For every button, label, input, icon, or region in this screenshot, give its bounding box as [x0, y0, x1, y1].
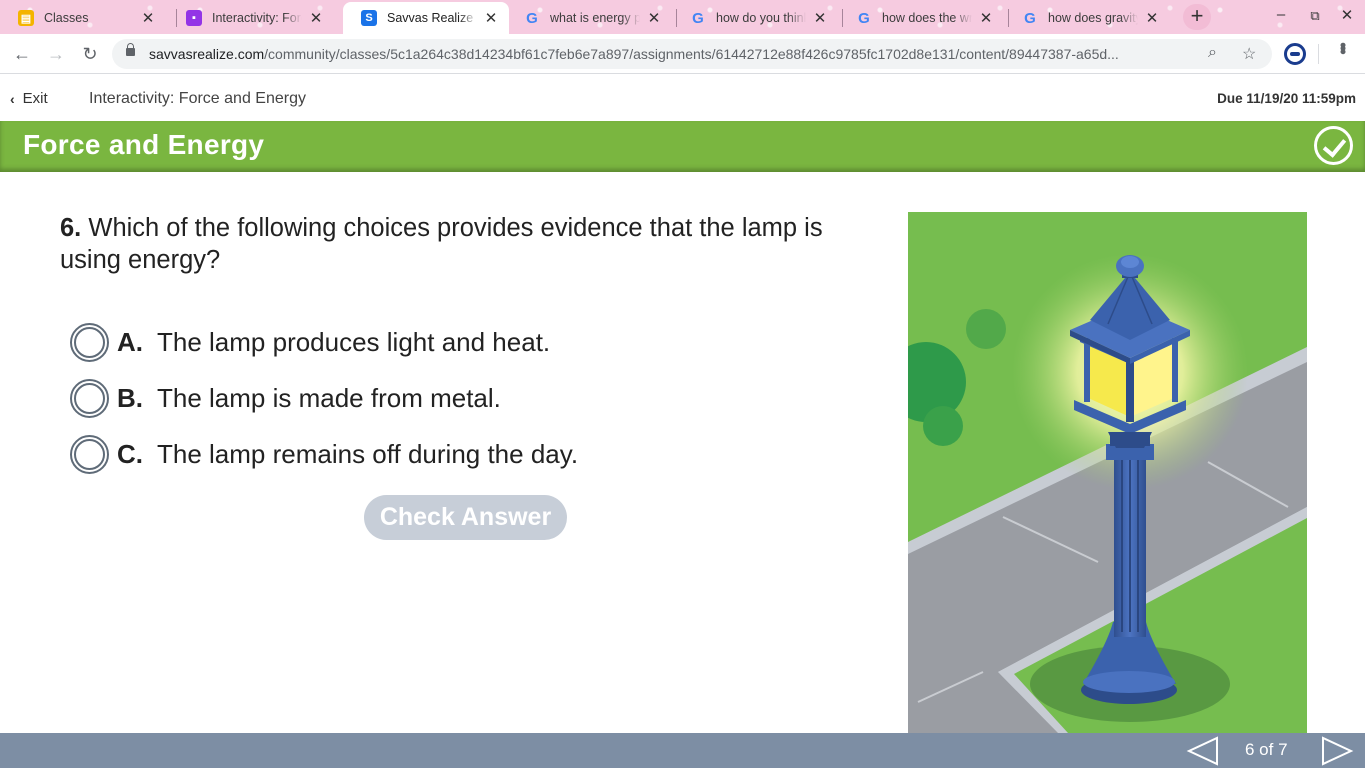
- radio-button[interactable]: [70, 378, 109, 418]
- page-indicator: 6 of 7: [1245, 740, 1288, 759]
- choice-c[interactable]: C. The lamp remains off during the day.: [70, 434, 578, 474]
- choice-a[interactable]: A. The lamp produces light and heat.: [70, 322, 550, 362]
- choice-letter: B.: [117, 382, 143, 413]
- close-icon[interactable]: ✕: [483, 9, 499, 27]
- forward-icon[interactable]: →: [44, 42, 68, 66]
- choice-b[interactable]: B. The lamp is made from metal.: [70, 378, 501, 418]
- question-number: 6.: [60, 214, 82, 242]
- app-header: ‹ Exit Interactivity: Force and Energy D…: [0, 75, 1365, 121]
- browser-tab[interactable]: G how does the wrecking ✕: [838, 2, 1004, 34]
- close-icon[interactable]: ✕: [1144, 9, 1160, 27]
- tab-title: how do you think: [716, 11, 806, 25]
- browser-tab[interactable]: ▤ Classes ✕: [0, 2, 166, 34]
- browser-menu-icon[interactable]: •••: [1332, 42, 1353, 52]
- browser-tab[interactable]: G how does gravity ✕: [1004, 2, 1170, 34]
- close-icon[interactable]: ✕: [646, 9, 662, 27]
- browser-tab[interactable]: G how do you think ✕: [672, 2, 838, 34]
- choice-letter: A.: [117, 326, 143, 357]
- address-bar[interactable]: savvasrealize.com/community/classes/5c1a…: [112, 39, 1272, 69]
- google-icon: G: [858, 9, 870, 27]
- checkmark-circle-icon[interactable]: [1314, 126, 1353, 165]
- close-icon[interactable]: ✕: [812, 9, 828, 27]
- url-host: savvasrealize.com: [149, 46, 265, 62]
- chevron-left-icon: ‹: [10, 90, 15, 107]
- bookmark-star-icon[interactable]: ☆: [1242, 44, 1256, 64]
- lesson-banner: Force and Energy: [0, 121, 1365, 172]
- classroom-icon: ▤: [18, 10, 34, 26]
- close-icon[interactable]: ✕: [140, 9, 156, 27]
- choice-text: The lamp remains off during the day.: [157, 438, 579, 469]
- question-prompt: 6. Which of the following choices provid…: [60, 212, 880, 276]
- check-answer-button[interactable]: Check Answer: [364, 495, 567, 540]
- choice-text: The lamp is made from metal.: [157, 382, 501, 413]
- street-lamp-image: [908, 212, 1307, 733]
- lock-icon[interactable]: [126, 43, 135, 56]
- pagination-footer: 6 of 7: [0, 733, 1365, 768]
- tab-title: Classes: [44, 11, 89, 25]
- extension-icon[interactable]: [1284, 43, 1306, 65]
- browser-tab[interactable]: ▪ Interactivity: Force and Energy ✕: [168, 2, 334, 34]
- lesson-title: Force and Energy: [23, 129, 265, 160]
- tab-title: how does the wrecking: [882, 11, 972, 25]
- previous-page-icon[interactable]: [1186, 736, 1220, 766]
- url-path: /community/classes/5c1a264c38d14234bf61c…: [264, 46, 1119, 62]
- next-page-icon[interactable]: [1320, 736, 1354, 766]
- activity-title: Interactivity: Force and Energy: [89, 90, 306, 107]
- tab-title: Interactivity: Force and Energy: [212, 11, 302, 25]
- zoom-icon[interactable]: ⌕: [1208, 44, 1217, 62]
- url-text[interactable]: savvasrealize.com/community/classes/5c1a…: [149, 46, 1119, 62]
- restore-icon[interactable]: ⧉: [1300, 8, 1330, 24]
- exit-button[interactable]: ‹ Exit: [10, 90, 48, 107]
- back-icon[interactable]: ←: [10, 42, 34, 66]
- google-icon: G: [526, 9, 538, 27]
- tab-title: what is energy provided: [550, 11, 640, 25]
- question-text: Which of the following choices provides …: [60, 214, 823, 274]
- minimize-icon[interactable]: –: [1266, 6, 1296, 23]
- browser-tab-active[interactable]: S Savvas Realize ✕: [343, 2, 509, 34]
- choice-text: The lamp produces light and heat.: [157, 326, 551, 357]
- choice-letter: C.: [117, 438, 143, 469]
- google-icon: G: [1024, 9, 1036, 27]
- tab-title: Savvas Realize: [387, 11, 474, 25]
- tab-title: how does gravity: [1048, 11, 1138, 25]
- browser-tab[interactable]: G what is energy provided ✕: [506, 2, 672, 34]
- exit-label: Exit: [22, 90, 48, 107]
- lamp-illustration: [908, 212, 1307, 733]
- toolbar-divider: [1318, 44, 1319, 64]
- close-icon[interactable]: ✕: [308, 9, 324, 27]
- assignment-icon: ▪: [186, 10, 202, 26]
- savvas-icon: S: [361, 10, 377, 26]
- close-icon[interactable]: ✕: [978, 9, 994, 27]
- window-close-icon[interactable]: ✕: [1332, 6, 1362, 24]
- reload-icon[interactable]: ↻: [78, 42, 102, 66]
- due-date: Due 11/19/20 11:59pm: [1217, 91, 1356, 106]
- google-icon: G: [692, 9, 704, 27]
- radio-button[interactable]: [70, 322, 109, 362]
- browser-toolbar: ← → ↻ savvasrealize.com/community/classe…: [0, 34, 1365, 74]
- radio-button[interactable]: [70, 434, 109, 474]
- new-tab-button[interactable]: +: [1183, 4, 1211, 30]
- browser-tab-strip: ▤ Classes ✕ ▪ Interactivity: Force and E…: [0, 0, 1365, 34]
